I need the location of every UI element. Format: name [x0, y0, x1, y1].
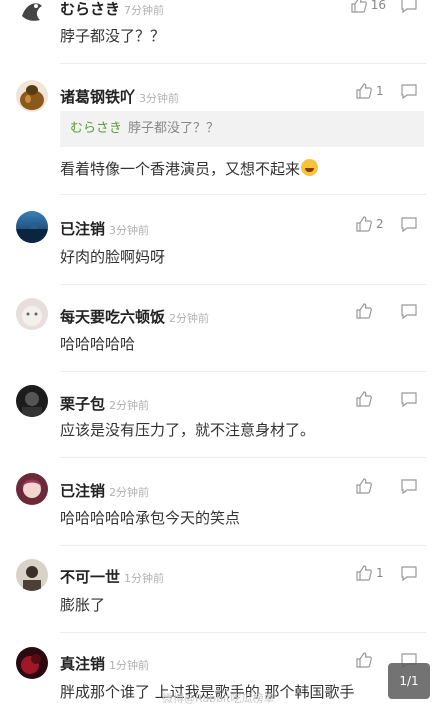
like-count: 2	[376, 217, 384, 231]
username-text[interactable]: 诸葛钢铁吖	[60, 88, 135, 106]
thumbs-up-icon[interactable]	[355, 651, 373, 669]
comment-actions	[355, 477, 418, 495]
avatar[interactable]	[16, 473, 48, 505]
timestamp: 2分钟前	[109, 399, 150, 412]
comment-bubble-icon[interactable]	[400, 215, 418, 233]
timestamp: 3分钟前	[139, 92, 180, 105]
comment-text: 看着特像一个香港演员，又想不起来	[60, 158, 319, 179]
username[interactable]: 诸葛钢铁吖 3分钟前	[60, 86, 179, 107]
divider	[60, 284, 426, 285]
avatar[interactable]	[16, 298, 48, 330]
timestamp: 7分钟前	[124, 4, 165, 17]
username-text[interactable]: 真注销	[60, 655, 105, 673]
username[interactable]: 已注销 3分钟前	[60, 218, 149, 239]
username[interactable]: 每天要吃六顿饭 2分钟前	[60, 306, 209, 327]
comment-actions: 1	[355, 564, 418, 582]
comment-bubble-icon[interactable]	[400, 0, 418, 14]
watermark: 微博@Rabbit吃瓜榜单	[162, 692, 275, 705]
quoted-username[interactable]: むらさき	[70, 121, 122, 136]
timestamp: 1分钟前	[109, 659, 150, 672]
timestamp: 2分钟前	[109, 486, 150, 499]
avatar[interactable]	[16, 80, 48, 112]
comment-text: 好肉的脸啊妈呀	[60, 248, 166, 266]
divider	[60, 63, 426, 64]
comment-bubble-icon[interactable]	[400, 82, 418, 100]
laughing-tears-emoji	[301, 159, 319, 176]
thumbs-up-icon[interactable]	[355, 302, 373, 320]
comment-actions: 1	[355, 82, 418, 100]
like-count: 1	[376, 84, 384, 98]
comment-bubble-icon[interactable]	[400, 390, 418, 408]
thumbs-up-icon[interactable]	[355, 215, 373, 233]
divider	[60, 194, 426, 195]
avatar[interactable]	[16, 647, 48, 679]
username[interactable]: 不可一世 1分钟前	[60, 566, 164, 587]
avatar[interactable]	[16, 385, 48, 417]
quoted-reply[interactable]: むらさき 脖子都没了？？	[60, 111, 424, 147]
thumbs-up-icon[interactable]	[355, 477, 373, 495]
thumbs-up-icon[interactable]	[355, 564, 373, 582]
thumbs-up-icon[interactable]	[350, 0, 368, 14]
username-text[interactable]: 栗子包	[60, 395, 105, 413]
avatar[interactable]	[16, 211, 48, 243]
comment-text: 脖子都没了？？	[60, 27, 166, 45]
comment-bubble-icon[interactable]	[400, 564, 418, 582]
divider	[60, 457, 426, 458]
username-text[interactable]: 不可一世	[60, 568, 120, 586]
thumbs-up-icon[interactable]	[355, 390, 373, 408]
timestamp: 1分钟前	[124, 572, 165, 585]
comment-actions: 16	[350, 0, 418, 14]
username-text[interactable]: むらさき	[60, 0, 120, 18]
username[interactable]: 栗子包 2分钟前	[60, 393, 149, 414]
divider	[60, 545, 426, 546]
quoted-text: 脖子都没了？？	[128, 121, 220, 136]
comment-text: 应该是没有压力了，就不注意身材了。	[60, 421, 316, 439]
comment-bubble-icon[interactable]	[400, 302, 418, 320]
username[interactable]: 已注销 2分钟前	[60, 480, 149, 501]
avatar[interactable]	[16, 0, 48, 26]
username[interactable]: 真注销 1分钟前	[60, 653, 149, 674]
comment-bubble-icon[interactable]	[400, 477, 418, 495]
page-indicator-button[interactable]: 1/1	[388, 663, 430, 699]
timestamp: 3分钟前	[109, 224, 150, 237]
timestamp: 2分钟前	[169, 312, 210, 325]
divider	[60, 632, 426, 633]
username-text[interactable]: 已注销	[60, 220, 105, 238]
comment-text: 哈哈哈哈哈承包今天的笑点	[60, 509, 241, 527]
comment-actions: 2	[355, 215, 418, 233]
thumbs-up-icon[interactable]	[355, 82, 373, 100]
avatar[interactable]	[16, 559, 48, 591]
divider	[60, 371, 426, 372]
comment-text: 哈哈哈哈哈	[60, 335, 136, 353]
comment-actions	[355, 390, 418, 408]
comment-actions	[355, 302, 418, 320]
username-text[interactable]: 已注销	[60, 482, 105, 500]
comment-text-body: 看着特像一个香港演员，又想不起来	[60, 160, 301, 178]
like-count: 1	[376, 566, 384, 580]
comment-text: 膨胀了	[60, 596, 106, 614]
like-count: 16	[370, 0, 386, 12]
username[interactable]: むらさき 7分钟前	[60, 0, 164, 19]
username-text[interactable]: 每天要吃六顿饭	[60, 308, 165, 326]
